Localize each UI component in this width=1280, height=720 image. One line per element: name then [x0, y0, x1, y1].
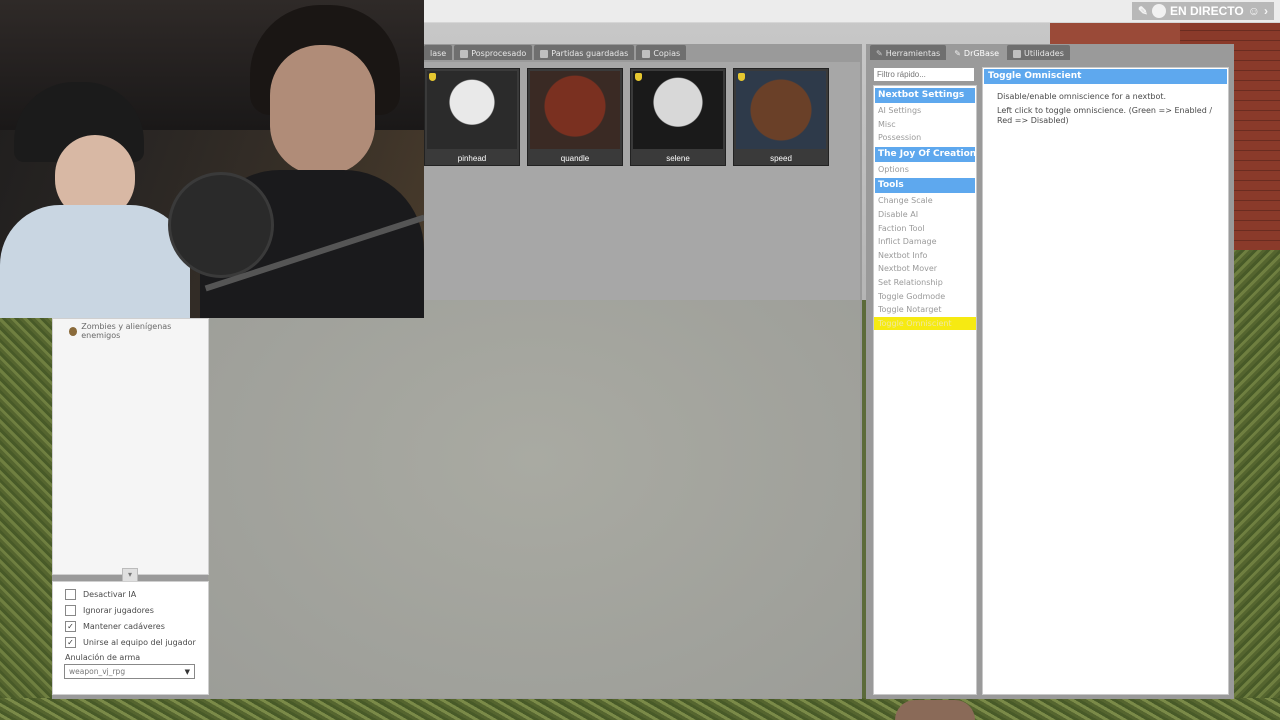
checkbox-disable-ai[interactable]: Desactivar IA: [53, 586, 208, 602]
weapon-override-value: weapon_vj_rpg: [69, 667, 126, 676]
checkbox-ignore-players[interactable]: Ignorar jugadores: [53, 602, 208, 618]
admin-badge-icon: [429, 73, 436, 81]
utilities-icon: [1013, 49, 1022, 58]
category-header-nextbot-settings[interactable]: Nextbot Settings: [875, 88, 975, 103]
tool-item-misc[interactable]: Misc: [874, 118, 976, 132]
npc-name: selene: [666, 154, 690, 163]
microphone: [168, 172, 274, 278]
npc-cards: pinhead quandle selene speed: [424, 68, 829, 166]
npc-name: quandle: [560, 154, 590, 163]
tool-item-nextbot-info[interactable]: Nextbot Info: [874, 249, 976, 263]
npc-category-tree: Zombies y alienígenas enemigos: [52, 318, 209, 575]
tab-postprocess-label: Posprocesado: [471, 49, 527, 58]
grass-bottom: [0, 698, 1280, 720]
npc-thumbnail: [427, 71, 517, 149]
tab-drgbase-label: DrGBase: [963, 49, 1000, 58]
drgbase-icon: ✎: [954, 49, 961, 58]
tool-item-toggle-notarget[interactable]: Toggle Notarget: [874, 303, 976, 317]
postprocess-icon: [460, 49, 469, 58]
npc-thumbnail: [633, 71, 723, 149]
record-dot-icon: [1151, 4, 1166, 18]
checkbox-box[interactable]: ✓: [65, 636, 76, 648]
tool-instructions: Left click to toggle omniscience. (Green…: [997, 106, 1213, 125]
tool-item-ai-settings[interactable]: AI Settings: [874, 104, 976, 118]
tool-item-change-scale[interactable]: Change Scale: [874, 194, 976, 208]
tool-item-nextbot-mover[interactable]: Nextbot Mover: [874, 262, 976, 276]
tab-tools[interactable]: ✎ Herramientas: [870, 45, 947, 60]
tool-item-inflict-damage[interactable]: Inflict Damage: [874, 235, 976, 249]
live-badge: ✎ EN DIRECTO ☺ ›: [1131, 2, 1274, 20]
weapon-override-select[interactable]: weapon_vj_rpg ▼: [64, 664, 195, 679]
tab-drgbase[interactable]: ✎ DrGBase: [948, 45, 1006, 60]
tool-item-faction-tool[interactable]: Faction Tool: [874, 222, 976, 236]
tool-category-list: Nextbot Settings AI Settings Misc Posses…: [873, 85, 977, 695]
npc-thumbnail: [530, 71, 620, 149]
quick-filter-input[interactable]: [873, 67, 975, 82]
chevron-down-icon: ▼: [184, 667, 190, 676]
webcam-person-right-face: [270, 45, 375, 175]
tab-dupes-label: Copias: [653, 49, 681, 58]
tab-saves-label: Partidas guardadas: [551, 49, 629, 58]
npc-card-quandle[interactable]: quandle: [527, 68, 623, 166]
checkbox-label: Unirse al equipo del jugador: [83, 637, 196, 647]
tool-item-options[interactable]: Options: [874, 163, 976, 177]
npc-name: pinhead: [457, 154, 487, 163]
checkbox-box[interactable]: [65, 604, 76, 616]
monkey-icon: [69, 326, 78, 336]
checkbox-box[interactable]: ✓: [65, 620, 76, 632]
tab-dupes[interactable]: Copias: [636, 45, 687, 60]
admin-badge-icon: [738, 73, 745, 81]
tool-panel-title: Toggle Omniscient: [984, 69, 1227, 84]
tree-item-zombies[interactable]: Zombies y alienígenas enemigos: [53, 319, 208, 340]
checkbox-label: Mantener cadáveres: [83, 621, 165, 631]
tools-tabs: ✎ Herramientas ✎ DrGBase Utilidades: [870, 45, 1070, 60]
player-hand: [895, 700, 975, 720]
tool-description: Disable/enable omniscience for a nextbot…: [997, 92, 1167, 101]
grass-left: [0, 300, 60, 720]
live-label: EN DIRECTO: [1169, 4, 1244, 18]
tab-postprocess[interactable]: Posprocesado: [454, 45, 533, 60]
tool-item-toggle-omniscient[interactable]: Toggle Omniscient: [874, 316, 976, 331]
checkbox-box[interactable]: [65, 588, 76, 600]
dupes-icon: [642, 49, 651, 58]
tab-base-label: lase: [430, 49, 447, 58]
grass-right: [1230, 250, 1280, 720]
admin-badge-icon: [635, 73, 642, 81]
category-header-joy-of-creation[interactable]: The Joy Of Creation...: [875, 146, 975, 162]
checkbox-keep-corpses[interactable]: ✓ Mantener cadáveres: [53, 618, 208, 634]
webcam-overlay: [0, 0, 424, 318]
tab-saves[interactable]: Partidas guardadas: [534, 45, 635, 60]
tool-item-disable-ai[interactable]: Disable AI: [874, 208, 976, 222]
tree-item-label: Zombies y alienígenas enemigos: [81, 322, 172, 340]
tab-base[interactable]: lase: [424, 45, 453, 60]
checkbox-join-team[interactable]: ✓ Unirse al equipo del jugador: [53, 634, 208, 650]
checkbox-label: Desactivar IA: [83, 589, 137, 599]
saves-icon: [540, 49, 549, 58]
tab-tools-label: Herramientas: [885, 49, 941, 58]
category-header-tools[interactable]: Tools: [875, 178, 975, 194]
splitter-handle[interactable]: ▾: [122, 568, 138, 582]
npc-card-pinhead[interactable]: pinhead: [424, 68, 520, 166]
spawn-tabs: lase Posprocesado Partidas guardadas Cop…: [424, 45, 687, 60]
npc-thumbnail: [736, 71, 826, 149]
tool-item-set-relationship[interactable]: Set Relationship: [874, 276, 976, 290]
tool-item-possession[interactable]: Possession: [874, 131, 976, 145]
checkbox-label: Ignorar jugadores: [83, 605, 154, 615]
tool-item-toggle-godmode[interactable]: Toggle Godmode: [874, 290, 976, 304]
arrow-icon: ›: [1264, 4, 1268, 18]
wrench-icon: ✎: [876, 49, 883, 58]
npc-name: speed: [770, 154, 792, 163]
tool-settings-panel: Toggle Omniscient Disable/enable omnisci…: [982, 67, 1229, 695]
tab-utilities[interactable]: Utilidades: [1007, 45, 1070, 60]
npc-card-speed[interactable]: speed: [733, 68, 829, 166]
weapon-override-label: Anulación de arma: [65, 653, 141, 662]
ground-view: [208, 300, 860, 698]
tab-utilities-label: Utilidades: [1024, 49, 1064, 58]
mic-muted-icon: ✎: [1137, 4, 1148, 18]
npc-card-selene[interactable]: selene: [630, 68, 726, 166]
people-icon: ☺: [1247, 4, 1260, 18]
webcam-person-left-shirt: [0, 205, 190, 318]
npc-options-panel: Desactivar IA Ignorar jugadores ✓ Manten…: [52, 581, 209, 695]
